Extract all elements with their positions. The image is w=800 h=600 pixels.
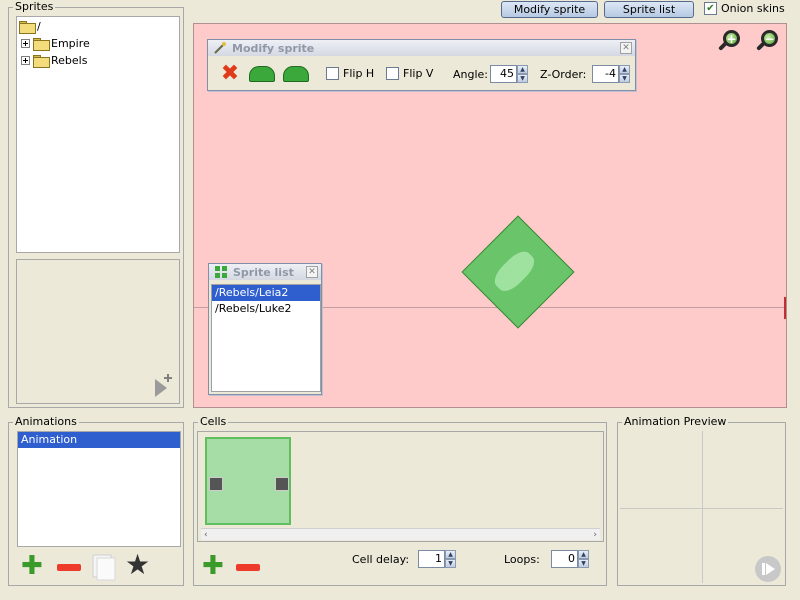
onion-skins-label: Onion skins (721, 2, 785, 15)
wand-icon (214, 42, 226, 54)
sprite-list[interactable]: /Rebels/Leia2 /Rebels/Luke2 (211, 284, 321, 392)
sprite-canvas[interactable]: + − Modify sprite ✕ ✖ Flip H Flip V Angl… (193, 23, 787, 408)
angle-input[interactable]: 45 (490, 65, 517, 83)
angle-stepper[interactable]: ▲ ▼ (517, 65, 528, 83)
flip-v-label: Flip V (403, 67, 434, 80)
tree-item-rebels[interactable]: Rebels (21, 52, 87, 68)
flip-v-checkbox[interactable] (386, 67, 399, 80)
cell-thumbnail-right (275, 477, 289, 491)
modify-sprite-title: Modify sprite (232, 41, 315, 55)
cell-delay-spinner[interactable]: 1 ▲ ▼ (418, 550, 456, 568)
rotate-cw-button[interactable] (248, 62, 276, 86)
modify-sprite-titlebar[interactable]: Modify sprite ✕ (208, 40, 635, 56)
cell-delay-input[interactable]: 1 (418, 550, 445, 568)
angle-spinner[interactable]: 45 ▲ ▼ (490, 65, 528, 83)
tree-root[interactable]: / (19, 18, 41, 34)
animations-panel: Animations Animation ✚ ★ (8, 415, 184, 586)
loops-input[interactable]: 0 (551, 550, 578, 568)
zoom-out-icon[interactable]: − (756, 29, 780, 53)
remove-animation-icon[interactable] (57, 564, 81, 571)
rotate-cw-icon (249, 66, 275, 82)
cells-strip[interactable]: ‹ › (197, 431, 604, 542)
cell-thumbnail-left (209, 477, 223, 491)
animation-list-item[interactable]: Animation (18, 432, 180, 448)
zorder-spinner[interactable]: -4 ▲ ▼ (592, 65, 630, 83)
expand-icon[interactable] (21, 38, 30, 48)
sprite-preview-area (16, 259, 180, 404)
tree-item-empire[interactable]: Empire (21, 35, 90, 51)
folder-icon (33, 54, 50, 68)
loops-spinner[interactable]: 0 ▲ ▼ (551, 550, 589, 568)
sprites-panel-title: Sprites (13, 0, 56, 13)
close-icon[interactable]: ✕ (620, 42, 632, 54)
sprite-figure (489, 246, 540, 297)
cells-panel: Cells ‹ › ✚ Cell delay: 1 ▲ ▼ Loops: 0 ▲ ▼ (193, 415, 607, 586)
add-cell-icon[interactable]: ✚ (202, 553, 224, 579)
onion-skins-toggle[interactable]: ✔ Onion skins (704, 2, 785, 15)
angle-label: Angle: (453, 68, 489, 81)
cell-delay-stepper[interactable]: ▲ ▼ (445, 550, 456, 568)
flip-h-label: Flip H (343, 67, 375, 80)
grid-icon (215, 266, 227, 278)
sprite-list-button[interactable]: Sprite list (604, 1, 694, 18)
flip-v-toggle[interactable]: Flip V (386, 67, 433, 80)
rotate-ccw-button[interactable] (282, 62, 310, 86)
add-sprite-icon[interactable] (153, 373, 173, 399)
expand-icon[interactable] (21, 55, 30, 65)
cells-panel-title: Cells (198, 415, 229, 428)
edge-marker (784, 297, 786, 319)
close-icon[interactable]: ✕ (306, 266, 318, 278)
sprite-list-item[interactable]: /Rebels/Leia2 (212, 285, 320, 301)
animation-preview-panel: Animation Preview (617, 415, 786, 586)
loops-stepper[interactable]: ▲ ▼ (578, 550, 589, 568)
animation-preview-title: Animation Preview (622, 415, 729, 428)
tree-item-label: Rebels (51, 53, 88, 67)
add-animation-icon[interactable]: ✚ (21, 553, 43, 579)
modify-sprite-button[interactable]: Modify sprite (501, 1, 598, 18)
folder-icon (33, 37, 50, 51)
cell-delay-label: Cell delay: (352, 553, 410, 566)
zorder-label: Z-Order: (540, 68, 587, 81)
sprite-list-titlebar[interactable]: Sprite list ✕ (209, 264, 321, 280)
animation-list[interactable]: Animation (17, 431, 181, 547)
flip-h-toggle[interactable]: Flip H (326, 67, 374, 80)
tree-item-label: Empire (51, 36, 90, 50)
play-icon[interactable] (754, 555, 782, 583)
preview-crosshair-v (702, 431, 703, 583)
sprite-list-title: Sprite list (233, 265, 294, 279)
modify-sprite-window: Modify sprite ✕ ✖ Flip H Flip V Angle: 4… (207, 39, 636, 91)
animations-panel-title: Animations (13, 415, 79, 428)
favorite-animation-icon[interactable]: ★ (125, 551, 150, 579)
cells-scrollbar[interactable]: ‹ › (201, 528, 600, 540)
delete-icon: ✖ (220, 61, 240, 86)
animation-cell[interactable] (205, 437, 291, 525)
tree-root-label: / (37, 19, 41, 33)
onion-skins-checkbox[interactable]: ✔ (704, 2, 717, 15)
folder-icon (19, 20, 36, 34)
flip-h-checkbox[interactable] (326, 67, 339, 80)
copy-animation-icon[interactable] (91, 553, 117, 581)
delete-button[interactable]: ✖ (216, 62, 244, 86)
sprite-tree[interactable]: / Empire Rebels (16, 16, 180, 253)
remove-cell-icon[interactable] (236, 564, 260, 571)
sprite-list-item[interactable]: /Rebels/Luke2 (212, 301, 320, 317)
sprite-list-window: Sprite list ✕ /Rebels/Leia2 /Rebels/Luke… (208, 263, 322, 395)
zorder-input[interactable]: -4 (592, 65, 619, 83)
sprites-panel: Sprites / Empire Rebels (8, 0, 184, 408)
rotate-ccw-icon (283, 66, 309, 82)
sprite-instance[interactable] (461, 215, 575, 329)
loops-label: Loops: (504, 553, 540, 566)
zorder-stepper[interactable]: ▲ ▼ (619, 65, 630, 83)
zoom-in-icon[interactable]: + (718, 29, 742, 53)
